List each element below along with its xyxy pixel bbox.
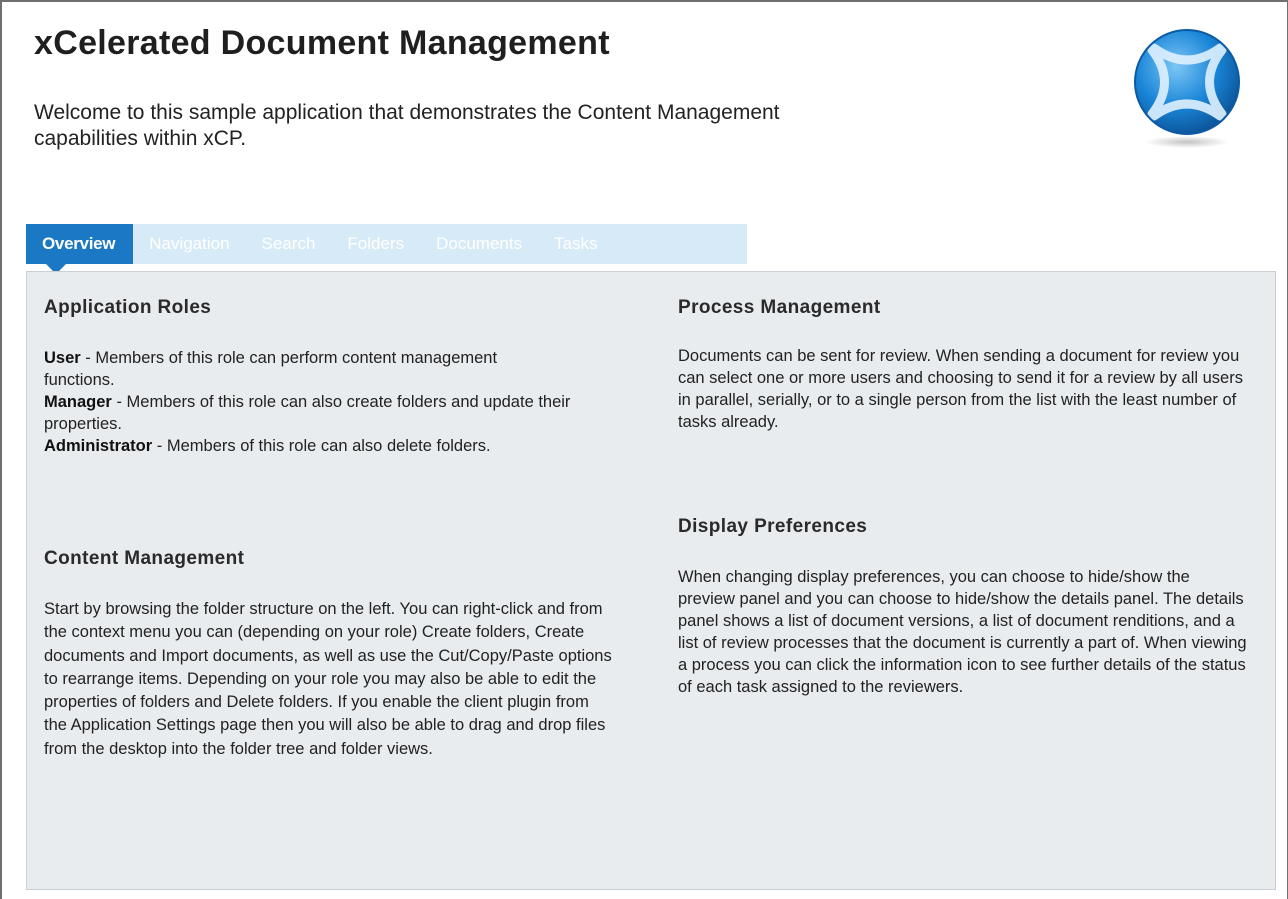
role-description: - Members of this role can also delete f… [152,437,491,455]
app-title: xCelerated Document Management [34,24,610,62]
process-management-text: Documents can be sent for review. When s… [678,347,1243,431]
tab-navigation[interactable]: Navigation [133,224,245,264]
process-management-heading: Process Management [678,297,881,318]
display-preferences-text: When changing display preferences, you c… [678,568,1247,696]
role-name: Administrator [44,437,153,455]
roles-list: User - Members of this role can perform … [44,347,634,457]
application-roles-heading: Application Roles [44,297,212,318]
welcome-text: Welcome to this sample application that … [34,101,780,150]
overview-panel: Application Roles User - Members of this… [26,271,1276,890]
role-name: Manager [44,393,112,411]
display-preferences-heading: Display Preferences [678,516,868,537]
role-user: User - Members of this role can perform … [44,347,514,391]
tab-documents[interactable]: Documents [420,224,538,264]
tab-folders[interactable]: Folders [331,224,420,264]
role-description: - Members of this role can perform conte… [44,349,498,389]
role-name: User [44,349,81,367]
app-window: xCelerated Document Management Welcome t… [0,0,1288,899]
tab-search[interactable]: Search [246,224,332,264]
tab-tasks[interactable]: Tasks [538,224,613,264]
content-management-text: Start by browsing the folder structure o… [44,600,612,758]
role-administrator: Administrator - Members of this role can… [44,435,574,457]
tab-overview[interactable]: Overview [26,224,134,274]
role-manager: Manager - Members of this role can also … [44,391,634,435]
role-description: - Members of this role can also create f… [44,393,571,433]
xcp-logo-icon [1132,22,1242,152]
content-management-heading: Content Management [44,548,245,569]
tab-bar: Overview Navigation Search Folders Docum… [26,224,747,274]
